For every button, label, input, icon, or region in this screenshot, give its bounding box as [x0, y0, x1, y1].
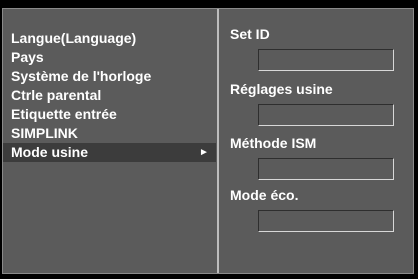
menu-item-parental-control[interactable]: Ctrle parental	[3, 86, 216, 105]
menu-item-country[interactable]: Pays	[3, 48, 216, 67]
menu-item-label: Pays	[11, 49, 44, 65]
eco-mode-field[interactable]	[258, 210, 394, 232]
menu-item-language[interactable]: Langue(Language)	[3, 29, 216, 48]
main-menu-list: Langue(Language) Pays Système de l'horlo…	[3, 29, 216, 162]
menu-item-label: Etiquette entrée	[11, 106, 117, 122]
menu-item-input-label[interactable]: Etiquette entrée	[3, 105, 216, 124]
menu-item-label: Système de l'horloge	[11, 68, 152, 84]
option-label: Méthode ISM	[230, 135, 317, 151]
menu-item-clock-system[interactable]: Système de l'horloge	[3, 67, 216, 86]
option-set-id: Set ID	[230, 25, 410, 71]
menu-item-label: Ctrle parental	[11, 87, 102, 103]
ism-method-field[interactable]	[258, 158, 394, 180]
main-menu-pane: Langue(Language) Pays Système de l'horlo…	[3, 9, 216, 273]
menu-item-label: Langue(Language)	[11, 30, 137, 46]
menu-item-label: Mode usine	[11, 144, 89, 160]
option-label: Réglages usine	[230, 81, 333, 97]
set-id-field[interactable]	[258, 49, 394, 71]
tv-screen: Langue(Language) Pays Système de l'horlo…	[0, 0, 418, 279]
menu-item-factory-mode[interactable]: Mode usine ►	[3, 143, 216, 162]
option-factory-reset: Réglages usine	[230, 80, 410, 126]
option-label: Mode éco.	[230, 187, 299, 203]
option-eco-mode: Mode éco.	[230, 186, 410, 232]
pane-divider	[217, 9, 219, 273]
option-label: Set ID	[230, 26, 270, 42]
menu-item-simplink[interactable]: SIMPLINK	[3, 124, 216, 143]
menu-item-label: SIMPLINK	[11, 125, 78, 141]
submenu-pane: Set ID Réglages usine Méthode ISM Mode é…	[220, 9, 413, 273]
arrow-right-icon: ►	[199, 147, 209, 158]
option-ism-method: Méthode ISM	[230, 134, 410, 180]
factory-reset-field[interactable]	[258, 104, 394, 126]
setup-menu-panel: Langue(Language) Pays Système de l'horlo…	[2, 8, 414, 274]
